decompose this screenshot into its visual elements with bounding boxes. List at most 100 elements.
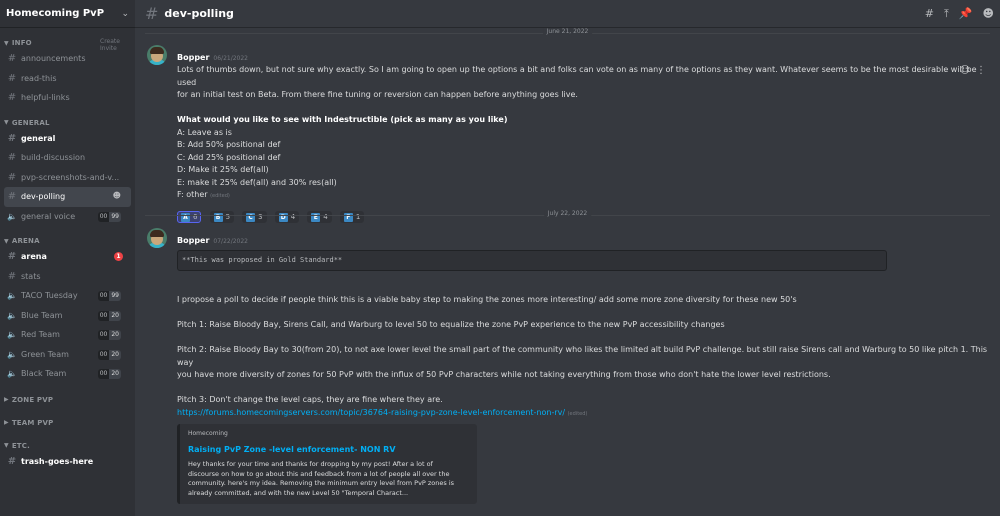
reaction[interactable]: D4 [274,211,300,223]
count-current: 00 [97,369,110,379]
reaction[interactable]: E4 [307,211,332,223]
poll-option: F: other [177,190,208,199]
channel-header: # dev-polling # ⤒ 📌 ☻ [135,0,1000,28]
channel-label: pvp-screenshots-and-v... [21,172,120,182]
category-team-pvp[interactable]: ▶ TEAM PVP [0,417,135,429]
avatar[interactable] [147,45,167,65]
channel-announcements[interactable]: # announcements [4,49,131,69]
voice-user-count: 00 20 [97,330,121,340]
poll-option: E: make it 25% def(all) and 30% res(all) [177,177,337,187]
channel-general[interactable]: # general [4,129,131,149]
count-current: 00 [97,310,110,321]
count-limit: 99 [109,211,121,222]
hash-icon: # [7,270,17,282]
embed-description: already committed, and with the new Leve… [188,488,409,497]
channel-red-team[interactable]: 🔈 Red Team 00 20 [4,325,131,345]
keycap-b-icon: B [213,212,223,222]
speaker-icon: 🔈 [7,349,17,359]
channel-helpful-links[interactable]: # helpful-links [4,88,131,108]
reaction[interactable]: A6 [177,211,202,223]
mute-icon[interactable]: ⤒ [944,7,949,21]
category-label: ZONE PVP [11,395,54,404]
voice-user-count: 00 99 [97,291,121,301]
voice-user-count: 00 20 [97,310,121,321]
chevron-down-icon: ▼ [4,442,9,449]
add-member-icon[interactable]: ☻ [113,191,121,200]
edited-marker: (edited) [567,410,588,417]
hash-icon: # [7,152,17,164]
channel-pvp-screenshots[interactable]: # pvp-screenshots-and-v... [4,168,131,188]
message-timestamp: 06/21/2022 [213,55,249,62]
hash-icon: # [7,171,17,183]
avatar[interactable] [147,228,167,248]
speaker-icon: 🔈 [7,330,17,340]
date-label: July 22, 2022 [543,210,592,217]
category-general[interactable]: ▼ GENERAL [0,117,135,129]
keycap-e-icon: E [311,212,321,222]
channel-general-voice[interactable]: 🔈 general voice 00 99 [4,207,131,227]
embed-provider: Homecoming [188,430,228,437]
date-divider: July 22, 2022 [145,210,990,217]
channel-taco-tuesday[interactable]: 🔈 TACO Tuesday 00 99 [4,286,131,306]
message-list[interactable]: June 21, 2022 ☺ ⋮ Bopper 06/21/2022 Lots … [135,28,1000,516]
keycap-d-icon: D [278,212,288,222]
embed-title[interactable]: Raising PvP Zone -level enforcement- NON… [188,445,469,454]
voice-user-count: 00 20 [97,349,121,360]
pin-icon[interactable]: 📌 [959,7,973,21]
date-divider: June 21, 2022 [145,28,990,35]
embed-description: community. here's my idea. Removing the … [188,479,455,487]
channel-dev-polling[interactable]: # dev-polling ☻ [4,187,131,207]
channel-stats[interactable]: # stats [4,267,131,287]
category-zone-pvp[interactable]: ▶ ZONE PVP [0,394,135,406]
channel-label: Black Team [21,369,67,379]
message-text: I propose a poll to decide if people thi… [177,295,797,304]
link-embed: Homecoming Raising PvP Zone -level enfor… [177,424,477,504]
chevron-down-icon: ▼ [4,39,9,47]
channel-green-team[interactable]: 🔈 Green Team 00 20 [4,345,131,365]
channel-label: stats [21,271,41,281]
chevron-down-icon: ▼ [4,119,9,126]
hash-icon: # [145,4,159,23]
message-timestamp: 07/22/2022 [213,238,249,245]
hash-icon: # [7,191,17,203]
count-current: 00 [97,330,110,340]
threads-icon[interactable]: # [925,7,934,21]
discord-window: Homecoming PvP ⌄ Create Invite ▼ INFO # an… [0,0,1000,516]
server-name: Homecoming PvP [6,8,105,19]
channel-label: helpful-links [21,93,70,103]
code-block: **This was proposed in Gold Standard** [177,250,887,271]
channel-label: read-this [21,73,57,83]
category-arena[interactable]: ▼ ARENA [0,235,135,247]
channel-arena[interactable]: # arena 1 [4,247,131,267]
channel-title: dev-polling [164,7,234,20]
reaction[interactable]: F1 [339,211,365,223]
server-header[interactable]: Homecoming PvP ⌄ [0,0,135,28]
channel-blue-team[interactable]: 🔈 Blue Team 00 20 [4,306,131,326]
message-author[interactable]: Bopper [177,236,209,245]
poll-option: B: Add 50% positional def [177,140,281,149]
category-etc[interactable]: ▼ ETC. [0,440,135,452]
channel-label: announcements [21,54,86,64]
channel-build-discussion[interactable]: # build-discussion [4,148,131,168]
category-label: INFO [11,39,32,47]
chevron-down-icon[interactable]: ⌄ [121,9,129,19]
forum-link[interactable]: https://forums.homecomingservers.com/top… [177,408,565,417]
keycap-f-icon: F [343,212,353,222]
category-label: ETC. [11,441,30,450]
members-icon[interactable]: ☻ [983,7,994,21]
channel-black-team[interactable]: 🔈 Black Team 00 20 [4,364,131,384]
channel-trash-goes-here[interactable]: # trash-goes-here [4,452,131,472]
hash-icon: # [7,132,17,144]
channel-read-this[interactable]: # read-this [4,69,131,89]
channel-label: Blue Team [21,310,63,320]
channel-label: dev-polling [21,192,66,202]
reaction[interactable]: C3 [242,211,267,223]
embed-description: discourse on how to go about this and fe… [188,469,450,478]
reaction[interactable]: B5 [209,211,235,223]
message-author[interactable]: Bopper [177,53,209,62]
chevron-right-icon: ▶ [4,419,9,426]
channel-label: arena [21,252,47,262]
voice-user-count: 00 99 [97,211,121,222]
poll-option: C: Add 25% positional def [177,152,281,162]
message-text: for an initial test on Beta. From there … [177,90,578,99]
